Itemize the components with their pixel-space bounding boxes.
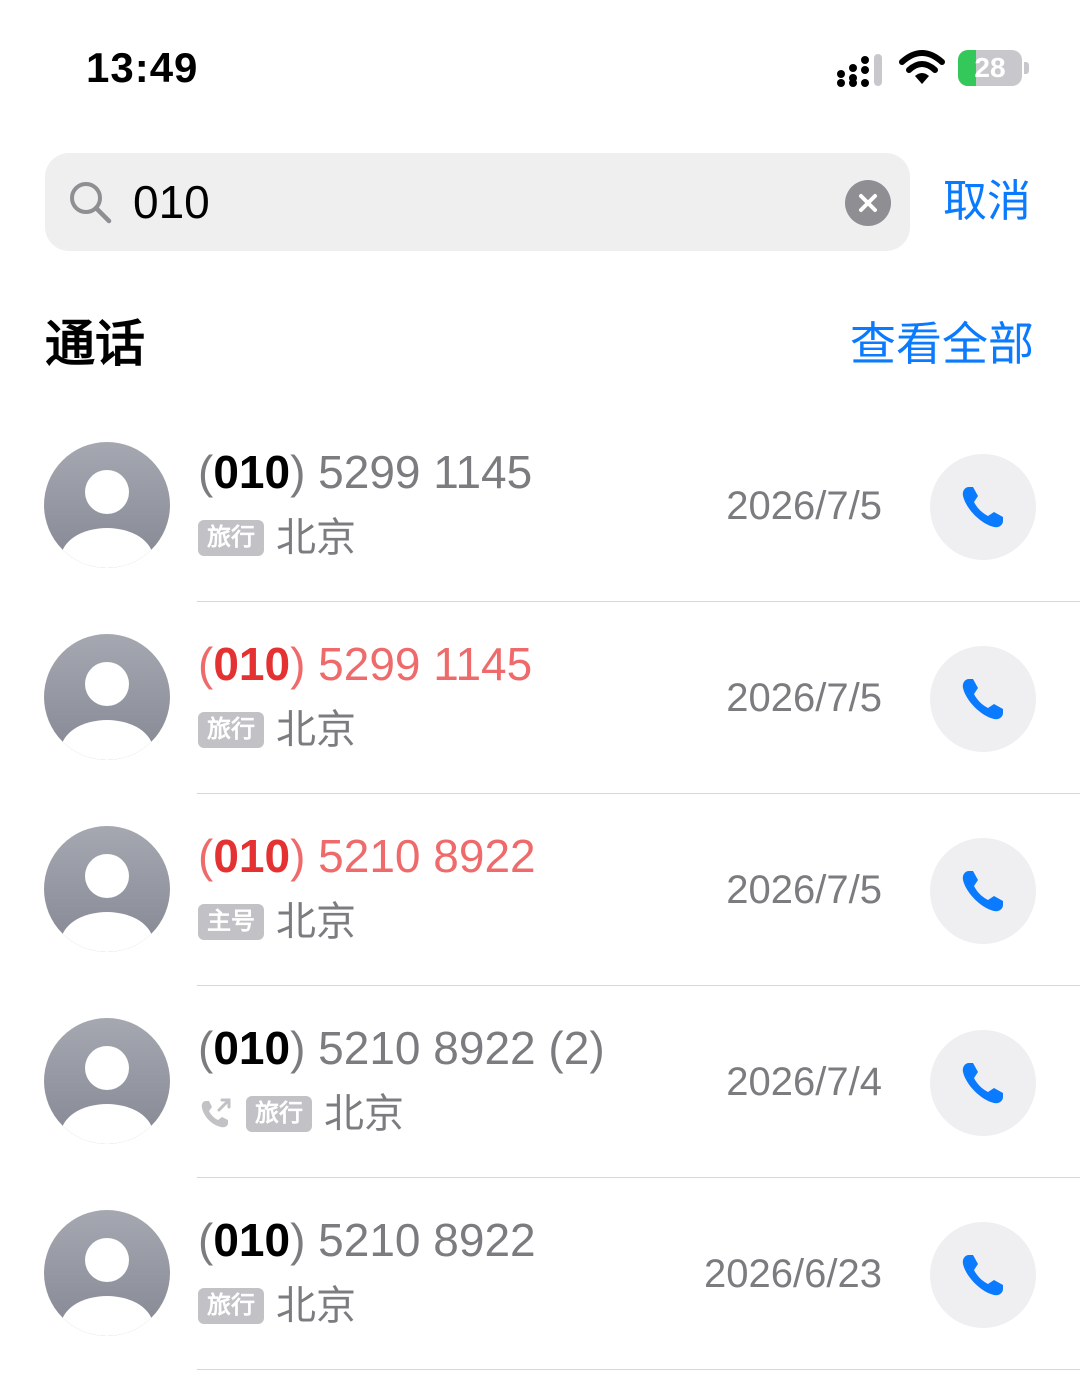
call-location: 北京 — [276, 516, 356, 560]
call-list: (010) 5299 1145 旅行 北京 2026/7/5 (010) 529… — [0, 410, 1080, 1370]
call-details: 旅行 北京 — [198, 1089, 404, 1139]
call-row[interactable]: (010) 5299 1145 旅行 北京 2026/7/5 — [0, 410, 1080, 602]
call-location: 北京 — [276, 900, 356, 944]
call-row[interactable]: (010) 5299 1145 旅行 北京 2026/7/5 — [0, 602, 1080, 794]
call-location: 北京 — [324, 1092, 404, 1136]
call-button[interactable] — [930, 1222, 1036, 1328]
line-tag: 旅行 — [198, 520, 264, 556]
phone-number: (010) 5210 8922 — [198, 830, 536, 882]
call-date: 2026/6/23 — [704, 1252, 882, 1296]
call-details: 旅行 北京 — [198, 705, 356, 755]
battery-charging-icon: 28 — [958, 50, 1030, 88]
call-button[interactable] — [930, 454, 1036, 560]
line-tag: 主号 — [198, 904, 264, 940]
call-button[interactable] — [930, 646, 1036, 752]
call-button[interactable] — [930, 838, 1036, 944]
see-all-button[interactable]: 查看全部 — [850, 314, 1034, 374]
area-code: 010 — [213, 1214, 291, 1266]
call-details: 旅行 北京 — [198, 513, 356, 563]
call-location: 北京 — [276, 1284, 356, 1328]
phone-number: (010) 5210 8922 — [198, 1214, 536, 1266]
call-date: 2026/7/5 — [726, 484, 882, 528]
call-date: 2026/7/5 — [726, 676, 882, 720]
contact-avatar-icon — [44, 442, 170, 568]
call-date: 2026/7/5 — [726, 868, 882, 912]
phone-number: (010) 5210 8922 (2) — [198, 1022, 605, 1074]
number-rest: 5210 8922 — [305, 1022, 536, 1074]
number-rest: 5210 8922 — [305, 830, 536, 882]
contact-avatar-icon — [44, 826, 170, 952]
call-details: 主号 北京 — [198, 897, 356, 947]
phone-icon — [962, 679, 1003, 720]
contact-avatar-icon — [44, 1018, 170, 1144]
search-icon — [70, 182, 112, 224]
search-input[interactable] — [133, 153, 813, 251]
call-location: 北京 — [276, 708, 356, 752]
area-code: 010 — [213, 446, 291, 498]
call-row[interactable]: (010) 5210 8922 主号 北京 2026/7/5 — [0, 794, 1080, 986]
section-title: 通话 — [45, 316, 145, 372]
wifi-icon — [899, 50, 945, 84]
search-field[interactable] — [45, 153, 910, 251]
clear-search-button[interactable] — [845, 180, 891, 226]
contact-avatar-icon — [44, 634, 170, 760]
number-rest: 5299 1145 — [305, 638, 533, 690]
area-code: 010 — [213, 1022, 291, 1074]
number-rest: 5210 8922 — [305, 1214, 536, 1266]
signal-icon — [837, 54, 882, 87]
phone-number: (010) 5299 1145 — [198, 446, 533, 498]
area-code: 010 — [213, 830, 291, 882]
call-row[interactable]: (010) 5210 8922 (2) 旅行 北京 2026/7/4 — [0, 986, 1080, 1178]
call-details: 旅行 北京 — [198, 1281, 356, 1331]
phone-icon — [962, 1063, 1003, 1104]
battery-percent: 28 — [974, 52, 1006, 83]
row-divider — [197, 1369, 1080, 1370]
status-bar: 13:49 28 — [0, 0, 1080, 120]
call-row[interactable]: (010) 5210 8922 旅行 北京 2026/6/23 — [0, 1178, 1080, 1370]
line-tag: 旅行 — [198, 1288, 264, 1324]
call-date: 2026/7/4 — [726, 1060, 882, 1104]
call-count: (2) — [535, 1022, 605, 1074]
status-time: 13:49 — [86, 44, 199, 91]
phone-icon — [962, 871, 1003, 912]
number-rest: 5299 1145 — [305, 446, 533, 498]
line-tag: 旅行 — [198, 712, 264, 748]
phone-icon — [962, 1255, 1003, 1296]
outgoing-call-icon — [201, 1098, 231, 1128]
close-icon — [859, 194, 877, 212]
contact-avatar-icon — [44, 1210, 170, 1336]
line-tag: 旅行 — [246, 1096, 312, 1132]
cancel-button[interactable]: 取消 — [943, 172, 1031, 232]
call-button[interactable] — [930, 1030, 1036, 1136]
phone-icon — [962, 487, 1003, 528]
area-code: 010 — [213, 638, 291, 690]
phone-number: (010) 5299 1145 — [198, 638, 533, 690]
